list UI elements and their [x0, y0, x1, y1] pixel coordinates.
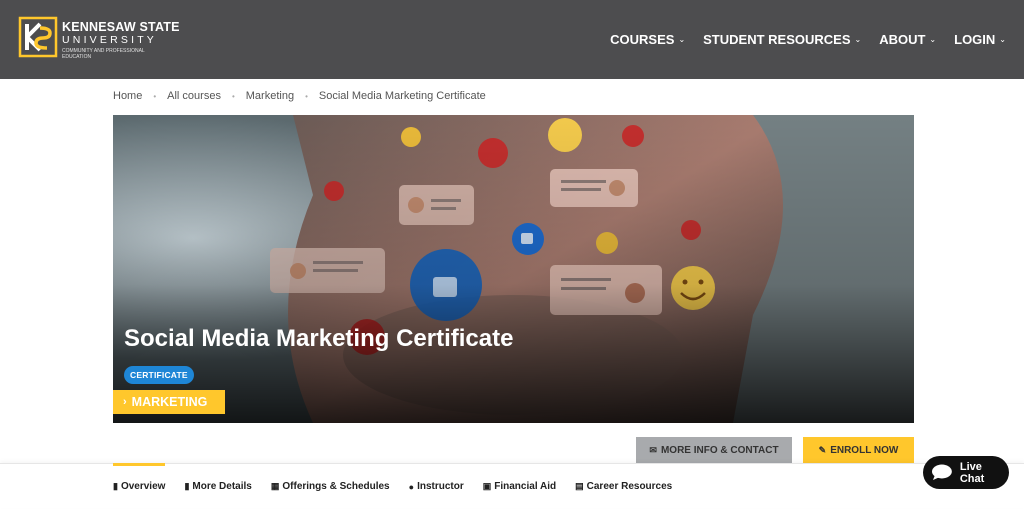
- hero-banner: Social Media Marketing Certificate CERTI…: [113, 115, 914, 423]
- tab-offerings-schedules[interactable]: ▦ Offerings & Schedules: [271, 464, 390, 509]
- tab-label: Offerings & Schedules: [282, 481, 390, 492]
- breadcrumb-separator: •: [305, 91, 308, 101]
- tab-instructor[interactable]: ● Instructor: [409, 464, 464, 509]
- tab-career-resources[interactable]: ▤ Career Resources: [575, 464, 672, 509]
- breadcrumb-separator: •: [153, 91, 157, 101]
- money-icon: ▣: [482, 481, 492, 491]
- enroll-label: ENROLL NOW: [830, 444, 899, 456]
- nav-label: STUDENT RESOURCES: [703, 32, 851, 47]
- nav-login[interactable]: LOGIN ⌄: [954, 32, 1006, 47]
- nav-courses[interactable]: COURSES ⌄: [610, 32, 685, 47]
- breadcrumb-current: Social Media Marketing Certificate: [318, 90, 486, 102]
- nav-label: COURSES: [610, 32, 675, 47]
- tab-label: More Details: [192, 481, 252, 492]
- ksu-logo-icon: [18, 16, 58, 58]
- calendar-icon: ▦: [270, 481, 280, 491]
- bookmark-icon: ▮: [184, 481, 190, 491]
- tab-more-details[interactable]: ▮ More Details: [184, 464, 251, 509]
- tab-label: Instructor: [417, 481, 464, 492]
- tab-label: Financial Aid: [494, 481, 557, 492]
- more-info-contact-button[interactable]: ✉ MORE INFO & CONTACT: [636, 437, 792, 463]
- hero-image: [113, 115, 914, 423]
- live-chat-button[interactable]: Live Chat: [923, 456, 1009, 489]
- breadcrumb-separator: •: [231, 91, 235, 101]
- live-chat-label: Live Chat: [959, 460, 985, 485]
- site-header: KENNESAW STATE UNIVERSITY COMMUNITY AND …: [0, 0, 1024, 79]
- bookmark-icon: ▮: [113, 481, 118, 491]
- tab-label: Overview: [120, 481, 166, 492]
- nav-student-resources[interactable]: STUDENT RESOURCES ⌄: [703, 32, 861, 47]
- breadcrumb-home[interactable]: Home: [113, 90, 142, 102]
- course-title: Social Media Marketing Certificate: [124, 325, 514, 352]
- logo-subtitle: UNIVERSITY: [62, 34, 158, 46]
- logo-title: KENNESAW STATE: [62, 20, 180, 34]
- nav-about[interactable]: ABOUT ⌄: [879, 32, 936, 47]
- chevron-down-icon: ⌄: [678, 35, 686, 44]
- logo-tagline: COMMUNITY AND PROFESSIONAL EDUCATION: [62, 48, 145, 60]
- certificate-badge: CERTIFICATE: [124, 366, 194, 384]
- course-tabs: ▮ Overview ▮ More Details ▦ Offerings & …: [0, 463, 1024, 508]
- nav-label: ABOUT: [879, 32, 926, 47]
- breadcrumb: Home • All courses • Marketing • Social …: [113, 90, 486, 102]
- envelope-icon: ✉: [649, 444, 657, 455]
- tab-financial-aid[interactable]: ▣ Financial Aid: [483, 464, 556, 509]
- category-tag[interactable]: › MARKETING: [113, 390, 225, 414]
- more-info-label: MORE INFO & CONTACT: [660, 444, 779, 456]
- tab-overview[interactable]: ▮ Overview: [113, 463, 166, 509]
- site-logo[interactable]: KENNESAW STATE UNIVERSITY COMMUNITY AND …: [18, 14, 188, 62]
- chevron-down-icon: ⌄: [999, 35, 1006, 44]
- user-icon: ●: [408, 481, 415, 492]
- breadcrumb-marketing[interactable]: Marketing: [246, 90, 294, 102]
- chevron-down-icon: ⌄: [929, 35, 937, 44]
- briefcase-icon: ▤: [575, 481, 584, 491]
- pencil-icon: ✎: [818, 444, 827, 455]
- tab-label: Career Resources: [586, 481, 673, 492]
- breadcrumb-all-courses[interactable]: All courses: [167, 90, 221, 102]
- category-label: MARKETING: [131, 395, 208, 409]
- chat-bubble-icon: [931, 464, 952, 480]
- enroll-now-button[interactable]: ✎ ENROLL NOW: [803, 437, 914, 463]
- main-nav: COURSES ⌄ STUDENT RESOURCES ⌄ ABOUT ⌄ LOGIN…: [592, 32, 1006, 47]
- nav-label: LOGIN: [954, 32, 996, 47]
- chevron-right-icon: ›: [123, 396, 127, 408]
- chevron-down-icon: ⌄: [854, 35, 862, 44]
